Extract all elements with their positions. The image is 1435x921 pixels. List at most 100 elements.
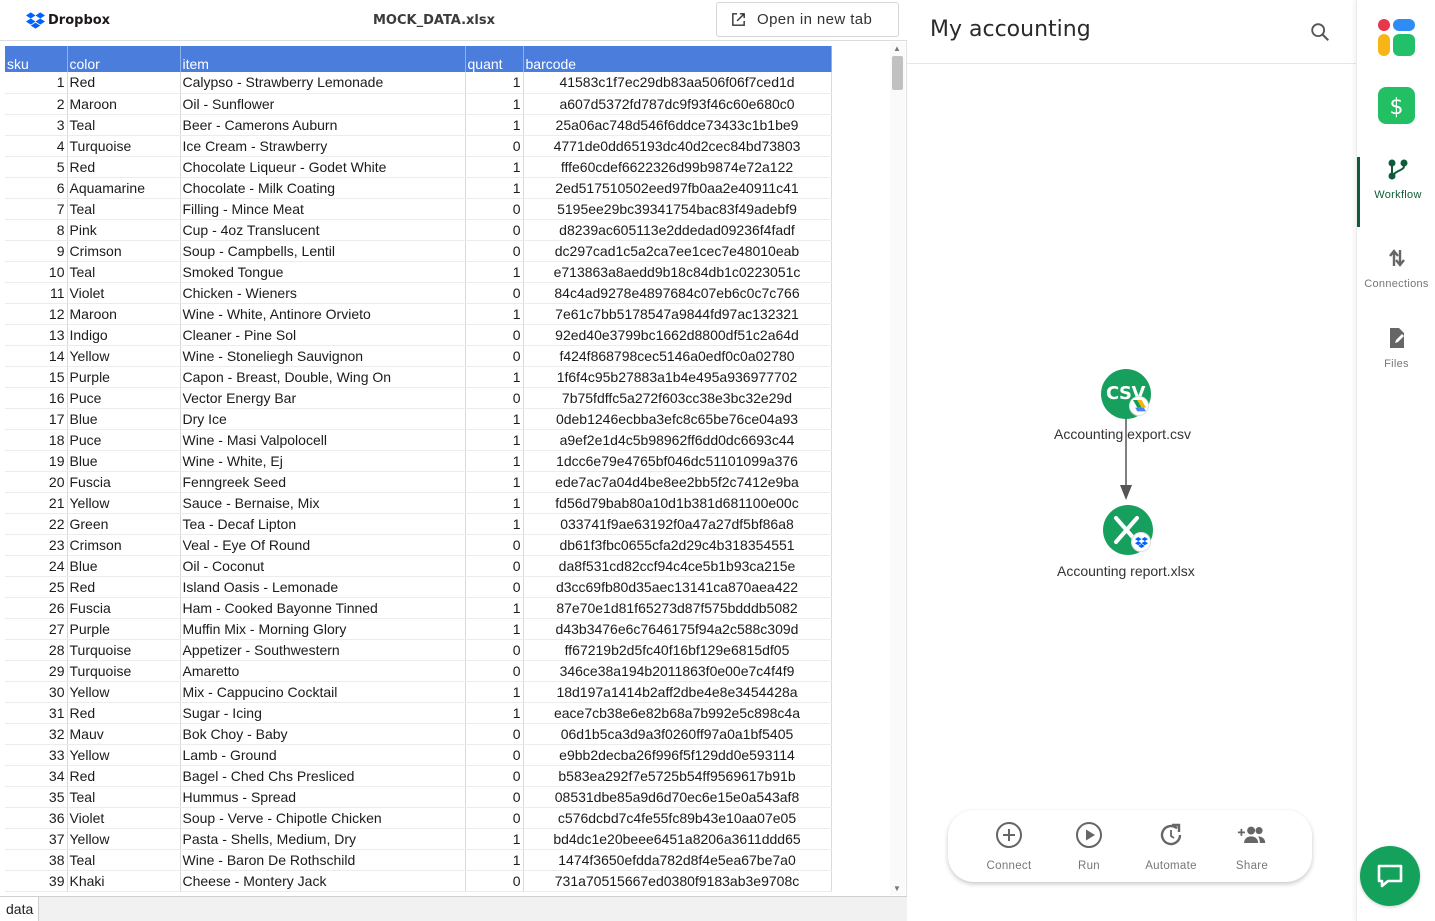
color-cell[interactable]: Purple	[67, 366, 181, 388]
quant-cell[interactable]: 1	[465, 93, 524, 115]
scrollbar-thumb[interactable]	[892, 56, 903, 90]
sku-cell[interactable]: 22	[5, 513, 68, 535]
item-cell[interactable]: Bok Choy - Baby	[180, 723, 466, 745]
item-cell[interactable]: Oil - Coconut	[180, 555, 466, 577]
barcode-cell[interactable]: 346ce38a194b2011863f0e00e7c4f4f9	[523, 660, 832, 682]
color-cell[interactable]: Turquoise	[67, 660, 181, 682]
spreadsheet-grid[interactable]: sku color item quant barcode 1 Red Calypso - S…	[5, 46, 832, 892]
quant-cell[interactable]: 0	[465, 219, 524, 241]
sku-cell[interactable]: 15	[5, 366, 68, 388]
item-cell[interactable]: Capon - Breast, Double, Wing On	[180, 366, 466, 388]
barcode-cell[interactable]: 1f6f4c95b27883a1b4e495a936977702	[523, 366, 832, 388]
sku-cell[interactable]: 6	[5, 177, 68, 199]
barcode-cell[interactable]: da8f531cd82ccf94c4ce5b1b93ca215e	[523, 555, 832, 577]
quant-cell[interactable]: 0	[465, 387, 524, 409]
sku-cell[interactable]: 7	[5, 198, 68, 220]
quant-cell[interactable]: 1	[465, 828, 524, 850]
quant-cell[interactable]: 0	[465, 345, 524, 367]
item-cell[interactable]: Chocolate Liqueur - Godet White	[180, 156, 466, 178]
color-cell[interactable]: Mauv	[67, 723, 181, 745]
open-in-new-tab-button[interactable]: Open in new tab	[716, 2, 899, 37]
quant-cell[interactable]: 1	[465, 618, 524, 640]
quant-cell[interactable]: 1	[465, 597, 524, 619]
item-cell[interactable]: Wine - Baron De Rothschild	[180, 849, 466, 871]
apps-grid-icon[interactable]	[1378, 19, 1415, 56]
quant-cell[interactable]: 0	[465, 660, 524, 682]
sku-cell[interactable]: 35	[5, 786, 68, 808]
item-cell[interactable]: Island Oasis - Lemonade	[180, 576, 466, 598]
item-cell[interactable]: Wine - Stoneliegh Sauvignon	[180, 345, 466, 367]
item-cell[interactable]: Muffin Mix - Morning Glory	[180, 618, 466, 640]
quant-cell[interactable]: 1	[465, 450, 524, 472]
quant-cell[interactable]: 1	[465, 702, 524, 724]
sku-cell[interactable]: 10	[5, 261, 68, 283]
barcode-cell[interactable]: 25a06ac748d546f6ddce73433c1b1be9	[523, 114, 832, 136]
item-cell[interactable]: Cleaner - Pine Sol	[180, 324, 466, 346]
item-cell[interactable]: Calypso - Strawberry Lemonade	[180, 72, 466, 94]
barcode-cell[interactable]: 731a70515667ed0380f9183ab3e9708c	[523, 870, 832, 892]
item-cell[interactable]: Chicken - Wieners	[180, 282, 466, 304]
item-cell[interactable]: Oil - Sunflower	[180, 93, 466, 115]
sku-cell[interactable]: 3	[5, 114, 68, 136]
item-cell[interactable]: Amaretto	[180, 660, 466, 682]
sku-cell[interactable]: 38	[5, 849, 68, 871]
color-cell[interactable]: Violet	[67, 282, 181, 304]
sku-cell[interactable]: 13	[5, 324, 68, 346]
quant-cell[interactable]: 0	[465, 576, 524, 598]
barcode-cell[interactable]: d8239ac605113e2ddedad09236f4fadf	[523, 219, 832, 241]
item-cell[interactable]: Sugar - Icing	[180, 702, 466, 724]
sku-cell[interactable]: 8	[5, 219, 68, 241]
scroll-down-arrow-icon[interactable]: ▼	[893, 884, 901, 893]
sku-cell[interactable]: 12	[5, 303, 68, 325]
color-cell[interactable]: Blue	[67, 450, 181, 472]
nav-connections[interactable]: Connections	[1357, 246, 1435, 314]
quant-cell[interactable]: 1	[465, 681, 524, 703]
item-cell[interactable]: Hummus - Spread	[180, 786, 466, 808]
item-cell[interactable]: Ham - Cooked Bayonne Tinned	[180, 597, 466, 619]
sku-cell[interactable]: 5	[5, 156, 68, 178]
item-cell[interactable]: Soup - Campbells, Lentil	[180, 240, 466, 262]
color-cell[interactable]: Indigo	[67, 324, 181, 346]
color-cell[interactable]: Teal	[67, 261, 181, 283]
color-cell[interactable]: Maroon	[67, 303, 181, 325]
color-cell[interactable]: Red	[67, 576, 181, 598]
quant-cell[interactable]: 1	[465, 156, 524, 178]
color-cell[interactable]: Fuscia	[67, 471, 181, 493]
sku-cell[interactable]: 24	[5, 555, 68, 577]
color-cell[interactable]: Puce	[67, 387, 181, 409]
color-cell[interactable]: Yellow	[67, 345, 181, 367]
quant-cell[interactable]: 1	[465, 408, 524, 430]
sku-cell[interactable]: 34	[5, 765, 68, 787]
color-cell[interactable]: Violet	[67, 807, 181, 829]
quant-cell[interactable]: 0	[465, 240, 524, 262]
item-cell[interactable]: Vector Energy Bar	[180, 387, 466, 409]
color-cell[interactable]: Khaki	[67, 870, 181, 892]
sku-cell[interactable]: 4	[5, 135, 68, 157]
sku-cell[interactable]: 30	[5, 681, 68, 703]
barcode-cell[interactable]: d43b3476e6c7646175f94a2c588c309d	[523, 618, 832, 640]
item-cell[interactable]: Filling - Mince Meat	[180, 198, 466, 220]
barcode-cell[interactable]: 92ed40e3799bc1662d8800df51c2a64d	[523, 324, 832, 346]
nav-workflow[interactable]: Workflow	[1357, 157, 1435, 227]
sku-cell[interactable]: 11	[5, 282, 68, 304]
barcode-cell[interactable]: ff67219b2d5fc40f16bf129e6815df05	[523, 639, 832, 661]
barcode-cell[interactable]: 7e61c7bb5178547a9844fd97ac132321	[523, 303, 832, 325]
color-cell[interactable]: Yellow	[67, 828, 181, 850]
quant-cell[interactable]: 0	[465, 765, 524, 787]
barcode-cell[interactable]: bd4dc1e20beee6451a8206a3611ddd65	[523, 828, 832, 850]
sku-cell[interactable]: 33	[5, 744, 68, 766]
item-cell[interactable]: Wine - White, Antinore Orvieto	[180, 303, 466, 325]
barcode-cell[interactable]: dc297cad1c5a2ca7ee1cec7e48010eab	[523, 240, 832, 262]
item-cell[interactable]: Dry Ice	[180, 408, 466, 430]
item-cell[interactable]: Lamb - Ground	[180, 744, 466, 766]
item-cell[interactable]: Veal - Eye Of Round	[180, 534, 466, 556]
quant-cell[interactable]: 1	[465, 177, 524, 199]
quant-cell[interactable]: 1	[465, 471, 524, 493]
quant-cell[interactable]: 0	[465, 786, 524, 808]
barcode-cell[interactable]: c576dcbd7c4fe55fc89b43e10aa07e05	[523, 807, 832, 829]
color-cell[interactable]: Yellow	[67, 681, 181, 703]
quant-cell[interactable]: 0	[465, 555, 524, 577]
barcode-cell[interactable]: 87e70e1d81f65273d87f575bdddb5082	[523, 597, 832, 619]
item-cell[interactable]: Bagel - Ched Chs Presliced	[180, 765, 466, 787]
item-cell[interactable]: Cheese - Montery Jack	[180, 870, 466, 892]
